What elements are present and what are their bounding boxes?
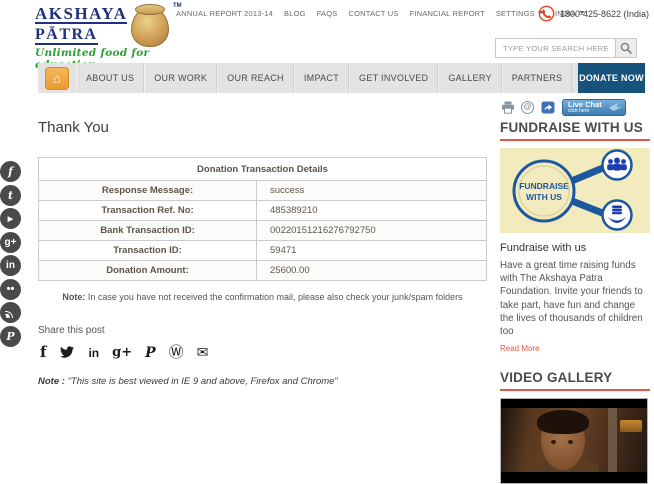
share-page-button[interactable] <box>540 100 555 115</box>
nav-our-work[interactable]: OUR WORK <box>144 63 217 93</box>
share-pinterest-icon[interactable]: P <box>145 344 156 361</box>
row-label: Response Message: <box>39 181 257 201</box>
share-googleplus-icon[interactable]: g+ <box>112 343 132 361</box>
share-linkedin-icon[interactable]: in <box>88 344 99 361</box>
fundraise-graphic-text-2: WITH US <box>526 192 562 202</box>
fundraise-graphic-text-1: FUNDRAISE <box>519 181 569 191</box>
rail-tumblr-icon[interactable]: t <box>0 185 21 206</box>
top-nav: ANNUAL REPORT 2013-14 BLOG FAQS CONTACT … <box>176 9 585 18</box>
row-value: 25600.00 <box>257 261 487 281</box>
nav-impact[interactable]: IMPACT <box>294 63 349 93</box>
search-button[interactable] <box>615 38 637 58</box>
rail-facebook-icon[interactable]: f <box>0 161 21 182</box>
table-row: Bank Transaction ID: 0022015121627679275… <box>39 221 487 241</box>
live-chat-sublabel: click here <box>568 109 625 114</box>
table-row: Donation Amount: 25600.00 <box>39 261 487 281</box>
confirmation-note: Note: In case you have not received the … <box>38 292 487 302</box>
rail-linkedin-icon[interactable]: in <box>0 255 21 276</box>
table-title: Donation Transaction Details <box>39 158 487 181</box>
top-nav-financial-report[interactable]: FINANCIAL REPORT <box>410 9 485 18</box>
phone-icon <box>538 5 555 22</box>
logo-word-akshaya: AKSHAYA <box>35 5 127 24</box>
top-nav-blog[interactable]: BLOG <box>284 9 306 18</box>
home-button[interactable]: ⌂ <box>45 67 69 90</box>
table-row: Transaction ID: 59471 <box>39 241 487 261</box>
video-channel-logo <box>620 420 642 432</box>
nav-about-us[interactable]: ABOUT US <box>76 63 144 93</box>
top-nav-faqs[interactable]: FAQS <box>317 9 338 18</box>
rail-flickr-icon[interactable]: •• <box>0 279 21 300</box>
email-icon: @ <box>521 101 534 114</box>
nav-get-involved[interactable]: GET INVOLVED <box>349 63 438 93</box>
nav-partners[interactable]: PARTNERS <box>502 63 573 93</box>
email-page-button[interactable]: @ <box>520 100 535 115</box>
printer-icon <box>501 101 515 114</box>
rss-icon <box>5 307 16 318</box>
search-icon <box>620 42 633 55</box>
browser-compatibility-note: Note : "This site is best viewed in IE 9… <box>38 376 338 387</box>
helpline: 1800-425-8622 (India) <box>538 5 649 22</box>
top-nav-annual-report[interactable]: ANNUAL REPORT 2013-14 <box>176 9 273 18</box>
pot-logo-icon <box>131 7 169 47</box>
search-input[interactable] <box>495 38 615 58</box>
table-row: Response Message: success <box>39 181 487 201</box>
video-photo <box>501 408 647 472</box>
share-wordpress-icon[interactable]: Ⓦ <box>169 344 184 361</box>
donate-now-button[interactable]: DONATE NOW <box>578 63 645 93</box>
print-button[interactable] <box>500 100 515 115</box>
row-value: 485389210 <box>257 201 487 221</box>
fundraise-description: Have a great time raising funds with The… <box>500 259 650 338</box>
top-nav-settings[interactable]: SETTINGS <box>496 9 544 18</box>
row-label: Transaction Ref. No: <box>39 201 257 221</box>
fundraise-banner[interactable]: FUNDRAISE WITH US <box>500 148 650 233</box>
rail-pinterest-icon[interactable]: P <box>0 326 21 347</box>
row-value: success <box>257 181 487 201</box>
live-chat-button[interactable]: Live Chat click here <box>562 99 626 116</box>
rail-googleplus-icon[interactable]: g+ <box>0 232 21 253</box>
share-row: f in g+ P Ⓦ ✉ <box>40 343 208 361</box>
fundraise-heading: FUNDRAISE WITH US <box>500 120 650 141</box>
nav-our-reach[interactable]: OUR REACH <box>217 63 294 93</box>
rail-youtube-icon[interactable]: ▶ <box>0 208 21 229</box>
logo-word-patra: PĀTRA <box>35 27 98 45</box>
main-nav: ⌂ ABOUT US OUR WORK OUR REACH IMPACT GET… <box>38 63 645 93</box>
search-bar <box>495 38 637 58</box>
share-this-post-label: Share this post <box>38 325 105 336</box>
row-value: 00220151216276792750 <box>257 221 487 241</box>
row-label: Bank Transaction ID: <box>39 221 257 241</box>
row-label: Donation Amount: <box>39 261 257 281</box>
rail-rss-icon[interactable] <box>0 302 21 323</box>
helpline-number: 1800-425-8622 (India) <box>560 9 649 19</box>
share-facebook-icon[interactable]: f <box>40 344 46 360</box>
page-toolbar: @ Live Chat click here <box>500 99 650 116</box>
right-sidebar: FUNDRAISE WITH US FUNDRAISE WITH US Fund… <box>500 120 650 484</box>
top-nav-contact-us[interactable]: CONTACT US <box>349 9 399 18</box>
row-label: Transaction ID: <box>39 241 257 261</box>
read-more-link[interactable]: Read More <box>500 344 540 353</box>
share-icon <box>541 101 555 114</box>
twitter-bird-icon <box>59 345 75 359</box>
nav-gallery[interactable]: GALLERY <box>438 63 501 93</box>
page-title: Thank You <box>38 119 109 136</box>
donation-transaction-table: Donation Transaction Details Response Me… <box>38 157 487 281</box>
social-rail: f t ▶ g+ in •• P <box>0 161 21 347</box>
fundraise-title: Fundraise with us <box>500 242 650 254</box>
share-twitter-icon[interactable] <box>59 345 75 359</box>
share-email-icon[interactable]: ✉ <box>197 344 209 360</box>
video-thumbnail[interactable] <box>500 398 648 484</box>
site-logo[interactable]: AKSHAYA PĀTRA TM <box>35 5 185 47</box>
row-value: 59471 <box>257 241 487 261</box>
table-row: Transaction Ref. No: 485389210 <box>39 201 487 221</box>
video-gallery-heading: VIDEO GALLERY <box>500 370 650 391</box>
